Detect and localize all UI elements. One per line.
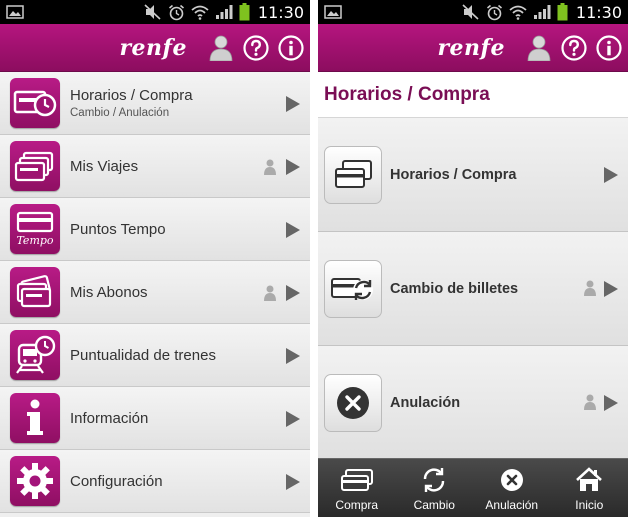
info-header-icon[interactable] [596,34,622,61]
menu-item-label: Horarios / Compra [70,87,193,104]
play-arrow-icon [604,167,618,183]
battery-icon [557,3,568,21]
phone-screen-horarios-compra: 11:30 renfe Horarios / Compra Horarios /… [318,0,628,517]
gallery-notification-icon [324,5,342,19]
option-label: Anulación [390,394,461,411]
play-arrow-icon [604,281,618,297]
signal-icon [215,5,233,19]
bottom-navigation: Compra Cambio Anulación Inicio [318,458,628,517]
option-anulacion[interactable]: Anulación [318,346,628,460]
renfe-logo: renfe [437,34,505,61]
ticket-icon [340,466,374,494]
user-profile-icon[interactable] [208,35,234,61]
play-arrow-icon [604,395,618,411]
renfe-logo: renfe [119,34,187,61]
play-arrow-icon [286,348,300,364]
login-required-icon [264,285,276,301]
nav-compra[interactable]: Compra [318,459,396,517]
info-header-icon[interactable] [278,34,304,61]
cards-icon [324,145,382,204]
option-horarios-compra[interactable]: Horarios / Compra [318,118,628,232]
passes-stack-icon [10,267,60,317]
menu-item-puntualidad-trenes[interactable]: Puntualidad de trenes [0,324,310,387]
alarm-icon [486,4,502,20]
wifi-icon [191,5,209,20]
play-arrow-icon [286,96,300,112]
menu-item-configuracion[interactable]: Configuración [0,450,310,513]
mute-icon [144,4,161,20]
menu-item-label: Mis Viajes [70,157,139,175]
mute-icon [462,4,479,20]
menu-item-mis-abonos[interactable]: Mis Abonos [0,261,310,324]
gallery-notification-icon [6,5,24,19]
status-bar: 11:30 [0,0,310,24]
nav-label: Cambio [413,498,455,512]
menu-item-label: Mis Abonos [70,283,148,301]
tempo-card-text: Tempo [16,234,54,247]
help-icon[interactable] [243,34,269,61]
nav-cambio[interactable]: Cambio [396,459,474,517]
tickets-stack-icon [10,141,60,191]
option-label: Cambio de billetes [390,280,519,297]
tempo-card-icon: Tempo [10,204,60,254]
menu-item-label: Puntualidad de trenes [70,346,216,364]
login-required-icon [264,159,276,175]
status-time: 11:30 [257,2,304,22]
signal-icon [533,5,551,19]
login-required-icon [584,280,596,296]
option-cambio-billetes[interactable]: Cambio de billetes [318,232,628,346]
train-clock-icon [10,330,60,380]
alarm-icon [168,4,184,20]
menu-item-sublabel: Cambio / Anulación [70,107,170,119]
nav-inicio[interactable]: Inicio [551,459,628,517]
wifi-icon [509,5,527,20]
menu-item-puntos-tempo[interactable]: Tempo Puntos Tempo [0,198,310,261]
options-list: Horarios / Compra Cambio de billetes Anu… [318,118,628,460]
exchange-icon [421,466,447,494]
play-arrow-icon [286,159,300,175]
page-title: Horarios / Compra [318,72,628,118]
play-arrow-icon [286,222,300,238]
help-icon[interactable] [561,34,587,61]
status-time: 11:30 [575,2,622,22]
main-menu-list: Horarios / Compra Cambio / Anulación Mis… [0,72,310,513]
battery-icon [239,3,250,21]
menu-item-label: Información [70,409,149,427]
phone-screen-main-menu: 11:30 renfe Horarios / Compra Cambio / A… [0,0,310,517]
play-arrow-icon [286,474,300,490]
user-profile-icon[interactable] [526,35,552,61]
menu-item-label: Configuración [70,472,163,490]
app-header: renfe [0,24,310,72]
home-icon [575,466,603,494]
gear-icon [10,456,60,506]
nav-label: Compra [335,498,379,512]
cancel-icon [500,466,524,494]
app-header: renfe [318,24,628,72]
nav-anulacion[interactable]: Anulación [473,459,551,517]
ticket-clock-icon [10,78,60,128]
nav-label: Anulación [485,498,539,512]
play-arrow-icon [286,285,300,301]
card-exchange-icon [324,259,382,318]
play-arrow-icon [286,411,300,427]
info-icon [10,393,60,443]
nav-label: Inicio [575,498,604,512]
login-required-icon [584,394,596,410]
menu-item-mis-viajes[interactable]: Mis Viajes [0,135,310,198]
cancel-icon [324,373,382,432]
option-label: Horarios / Compra [390,166,517,183]
menu-item-horarios-compra[interactable]: Horarios / Compra Cambio / Anulación [0,72,310,135]
status-bar: 11:30 [318,0,628,24]
menu-item-label: Puntos Tempo [70,220,166,238]
menu-item-informacion[interactable]: Información [0,387,310,450]
